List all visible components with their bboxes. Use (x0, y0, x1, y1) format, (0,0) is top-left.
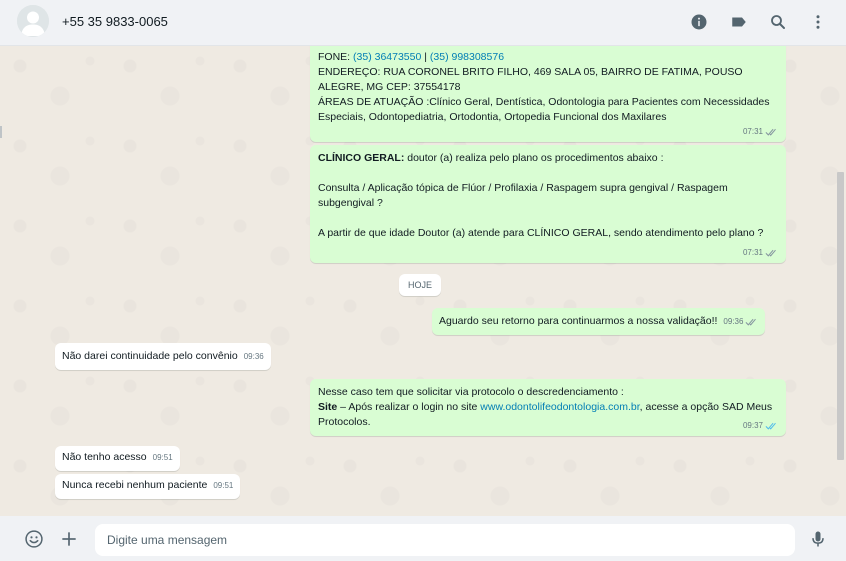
message-outgoing[interactable]: CLÍNICO GERAL: doutor (a) realiza pelo p… (310, 145, 786, 263)
message-time: 09:51 (213, 481, 234, 490)
text-bold-site: Site (318, 401, 338, 413)
chat-scrollbar[interactable] (837, 172, 844, 460)
message-outgoing[interactable]: FONE: (35) 36473550 | (35) 998308576 END… (310, 46, 786, 142)
message-text: Nunca recebi nenhum paciente (62, 479, 208, 491)
emoji-icon[interactable] (23, 528, 45, 550)
text-age-question: A partir de que idade Doutor (a) atende … (318, 227, 764, 239)
text-separator: | (421, 51, 430, 63)
text-address: ENDEREÇO: RUA CORONEL BRITO FILHO, 469 S… (318, 66, 743, 93)
website-link[interactable]: www.odontolifeodontologia.com.br (480, 401, 639, 413)
phone-link-1[interactable]: (35) 36473550 (353, 51, 421, 63)
message-time: 09:36 (723, 314, 758, 329)
phone-link-2[interactable]: (35) 998308576 (430, 51, 504, 63)
message-time: 09:37 (743, 418, 778, 433)
message-input[interactable] (95, 524, 795, 556)
double-check-read-icon (765, 422, 778, 430)
date-divider: HOJE (399, 274, 441, 296)
contact-avatar[interactable] (17, 5, 49, 37)
text-areas: ÁREAS DE ATUAÇÃO :Clínico Geral, Dentíst… (318, 96, 770, 123)
double-check-icon (765, 249, 778, 257)
double-check-icon (765, 128, 778, 136)
text-fone-label: FONE: (318, 51, 354, 63)
plus-icon[interactable] (58, 528, 80, 550)
message-text: Não darei continuidade pelo convênio (62, 350, 238, 362)
message-time: 07:31 (743, 245, 778, 260)
text-login-instruction: – Após realizar o login no site (337, 401, 481, 413)
default-avatar-icon (17, 5, 49, 37)
double-check-icon (745, 318, 758, 326)
message-time: 09:36 (243, 352, 264, 361)
contact-name[interactable]: +55 35 9833-0065 (62, 14, 168, 29)
message-incoming[interactable]: Não tenho acesso 09:51 (55, 446, 180, 471)
chat-header: +55 35 9833-0065 (0, 0, 846, 46)
message-incoming[interactable]: Não darei continuidade pelo convênio 09:… (55, 343, 271, 370)
info-icon[interactable] (689, 12, 709, 32)
message-incoming[interactable]: Nunca recebi nenhum paciente 09:51 (55, 474, 241, 499)
message-time: 07:31 (743, 124, 778, 139)
text-protocol-line: Nesse caso tem que solicitar via protoco… (318, 386, 624, 398)
microphone-icon[interactable] (807, 528, 829, 550)
menu-icon[interactable] (808, 12, 828, 32)
message-time: 09:51 (152, 453, 173, 462)
label-icon[interactable] (729, 12, 749, 32)
search-icon[interactable] (768, 12, 788, 32)
text-bold-clinico: CLÍNICO GERAL: (318, 152, 405, 164)
message-list[interactable]: FONE: (35) 36473550 | (35) 998308576 END… (0, 46, 846, 516)
text-procedures-intro: doutor (a) realiza pelo plano os procedi… (404, 152, 664, 164)
message-outgoing[interactable]: Aguardo seu retorno para continuarmos a … (432, 308, 766, 335)
compose-bar (0, 516, 846, 561)
pane-edge-handle (0, 126, 2, 138)
message-outgoing[interactable]: Nesse caso tem que solicitar via protoco… (310, 379, 786, 436)
message-text: Não tenho acesso (62, 451, 147, 463)
message-text: Aguardo seu retorno para continuarmos a … (439, 315, 718, 327)
text-procedures: Consulta / Aplicação tópica de Flúor / P… (318, 182, 728, 209)
